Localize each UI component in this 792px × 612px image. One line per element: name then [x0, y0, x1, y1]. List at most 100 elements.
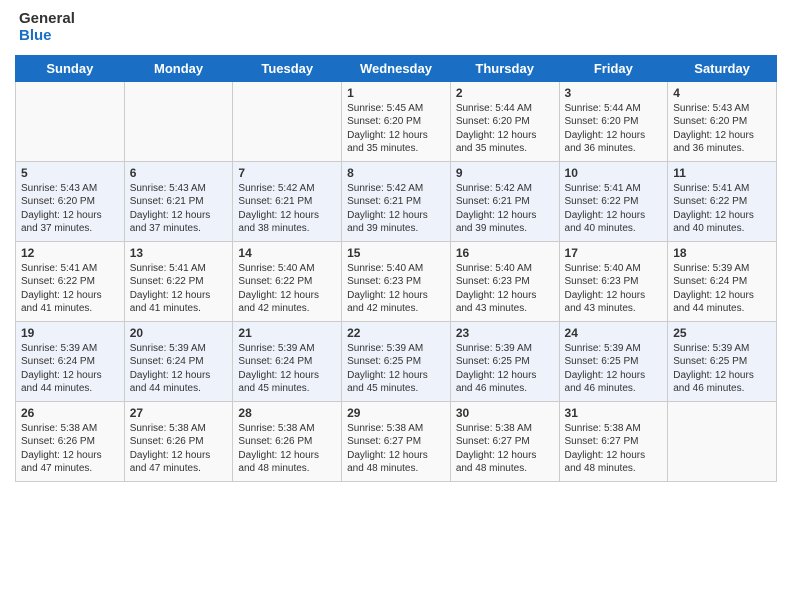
day-info: Sunrise: 5:39 AMSunset: 6:25 PMDaylight:…	[456, 342, 554, 396]
day-cell	[124, 81, 233, 161]
day-number: 15	[347, 246, 445, 260]
day-number: 19	[21, 326, 119, 340]
col-header-saturday: Saturday	[668, 55, 777, 81]
day-number: 18	[673, 246, 771, 260]
day-number: 30	[456, 406, 554, 420]
day-cell: 7Sunrise: 5:42 AMSunset: 6:21 PMDaylight…	[233, 161, 342, 241]
day-cell: 11 Sunrise: 5:41 AMSunset: 6:22 PMDayligh…	[668, 161, 777, 241]
day-cell: 13 Sunrise: 5:41 AMSunset: 6:22 PMDayligh…	[124, 241, 233, 321]
day-info: Sunrise: 5:38 AMSunset: 6:26 PMDaylight:…	[21, 422, 119, 476]
day-number: 25	[673, 326, 771, 340]
logo: GeneralBlue	[15, 10, 75, 45]
day-cell: 4 Sunrise: 5:43 AMSunset: 6:20 PMDaylight…	[668, 81, 777, 161]
day-info: Sunrise: 5:38 AMSunset: 6:27 PMDaylight:…	[565, 422, 663, 476]
day-number: 6	[130, 166, 228, 180]
col-header-monday: Monday	[124, 55, 233, 81]
day-info: Sunrise: 5:39 AMSunset: 6:24 PMDaylight:…	[238, 342, 336, 396]
day-number: 13	[130, 246, 228, 260]
day-cell: 5Sunrise: 5:43 AMSunset: 6:20 PMDaylight…	[16, 161, 125, 241]
day-number: 26	[21, 406, 119, 420]
day-cell: 2 Sunrise: 5:44 AMSunset: 6:20 PMDaylight…	[450, 81, 559, 161]
day-cell: 21 Sunrise: 5:39 AMSunset: 6:24 PMDayligh…	[233, 321, 342, 401]
day-cell: 12Sunrise: 5:41 AMSunset: 6:22 PMDayligh…	[16, 241, 125, 321]
day-info: Sunrise: 5:41 AMSunset: 6:22 PMDaylight:…	[565, 182, 663, 236]
day-cell: 23 Sunrise: 5:39 AMSunset: 6:25 PMDayligh…	[450, 321, 559, 401]
day-number: 14	[238, 246, 336, 260]
day-number: 8	[347, 166, 445, 180]
day-number: 4	[673, 86, 771, 100]
day-cell	[233, 81, 342, 161]
calendar-table: SundayMondayTuesdayWednesdayThursdayFrid…	[15, 55, 777, 482]
day-info: Sunrise: 5:40 AMSunset: 6:23 PMDaylight:…	[456, 262, 554, 316]
header-row: SundayMondayTuesdayWednesdayThursdayFrid…	[16, 55, 777, 81]
col-header-sunday: Sunday	[16, 55, 125, 81]
day-cell: 17 Sunrise: 5:40 AMSunset: 6:23 PMDayligh…	[559, 241, 668, 321]
day-number: 9	[456, 166, 554, 180]
day-info: Sunrise: 5:38 AMSunset: 6:26 PMDaylight:…	[238, 422, 336, 476]
day-info: Sunrise: 5:42 AMSunset: 6:21 PMDaylight:…	[347, 182, 445, 236]
week-row-5: 26 Sunrise: 5:38 AMSunset: 6:26 PMDayligh…	[16, 401, 777, 481]
day-info: Sunrise: 5:39 AMSunset: 6:25 PMDaylight:…	[673, 342, 771, 396]
day-info: Sunrise: 5:43 AMSunset: 6:20 PMDaylight:…	[21, 182, 119, 236]
day-cell	[16, 81, 125, 161]
day-info: Sunrise: 5:43 AMSunset: 6:20 PMDaylight:…	[673, 102, 771, 156]
logo-general: General	[19, 10, 75, 27]
day-cell: 3 Sunrise: 5:44 AMSunset: 6:20 PMDaylight…	[559, 81, 668, 161]
day-info: Sunrise: 5:40 AMSunset: 6:22 PMDaylight:…	[238, 262, 336, 316]
day-number: 1	[347, 86, 445, 100]
col-header-friday: Friday	[559, 55, 668, 81]
day-info: Sunrise: 5:39 AMSunset: 6:24 PMDaylight:…	[21, 342, 119, 396]
day-cell: 10 Sunrise: 5:41 AMSunset: 6:22 PMDayligh…	[559, 161, 668, 241]
day-info: Sunrise: 5:41 AMSunset: 6:22 PMDaylight:…	[130, 262, 228, 316]
day-number: 23	[456, 326, 554, 340]
col-header-thursday: Thursday	[450, 55, 559, 81]
day-cell: 18 Sunrise: 5:39 AMSunset: 6:24 PMDayligh…	[668, 241, 777, 321]
day-cell: 25 Sunrise: 5:39 AMSunset: 6:25 PMDayligh…	[668, 321, 777, 401]
day-cell: 30 Sunrise: 5:38 AMSunset: 6:27 PMDayligh…	[450, 401, 559, 481]
header: GeneralBlue	[15, 10, 777, 45]
day-info: Sunrise: 5:38 AMSunset: 6:27 PMDaylight:…	[347, 422, 445, 476]
day-cell: 19 Sunrise: 5:39 AMSunset: 6:24 PMDayligh…	[16, 321, 125, 401]
day-info: Sunrise: 5:40 AMSunset: 6:23 PMDaylight:…	[565, 262, 663, 316]
day-info: Sunrise: 5:44 AMSunset: 6:20 PMDaylight:…	[456, 102, 554, 156]
col-header-wednesday: Wednesday	[342, 55, 451, 81]
day-cell: 22Sunrise: 5:39 AMSunset: 6:25 PMDayligh…	[342, 321, 451, 401]
day-cell: 28 Sunrise: 5:38 AMSunset: 6:26 PMDayligh…	[233, 401, 342, 481]
day-info: Sunrise: 5:43 AMSunset: 6:21 PMDaylight:…	[130, 182, 228, 236]
week-row-1: 1 Sunrise: 5:45 AMSunset: 6:20 PMDaylight…	[16, 81, 777, 161]
day-number: 10	[565, 166, 663, 180]
day-cell: 16 Sunrise: 5:40 AMSunset: 6:23 PMDayligh…	[450, 241, 559, 321]
day-number: 3	[565, 86, 663, 100]
day-cell: 29 Sunrise: 5:38 AMSunset: 6:27 PMDayligh…	[342, 401, 451, 481]
logo-blue: Blue	[19, 27, 75, 44]
day-info: Sunrise: 5:39 AMSunset: 6:25 PMDaylight:…	[565, 342, 663, 396]
day-info: Sunrise: 5:38 AMSunset: 6:27 PMDaylight:…	[456, 422, 554, 476]
day-cell: 14 Sunrise: 5:40 AMSunset: 6:22 PMDayligh…	[233, 241, 342, 321]
day-cell: 9 Sunrise: 5:42 AMSunset: 6:21 PMDaylight…	[450, 161, 559, 241]
day-number: 22	[347, 326, 445, 340]
week-row-3: 12Sunrise: 5:41 AMSunset: 6:22 PMDayligh…	[16, 241, 777, 321]
day-cell: 27Sunrise: 5:38 AMSunset: 6:26 PMDayligh…	[124, 401, 233, 481]
day-number: 28	[238, 406, 336, 420]
day-number: 17	[565, 246, 663, 260]
day-cell: 8 Sunrise: 5:42 AMSunset: 6:21 PMDaylight…	[342, 161, 451, 241]
day-number: 16	[456, 246, 554, 260]
day-cell: 20Sunrise: 5:39 AMSunset: 6:24 PMDayligh…	[124, 321, 233, 401]
day-cell: 31Sunrise: 5:38 AMSunset: 6:27 PMDayligh…	[559, 401, 668, 481]
day-cell: 1 Sunrise: 5:45 AMSunset: 6:20 PMDaylight…	[342, 81, 451, 161]
day-cell: 15 Sunrise: 5:40 AMSunset: 6:23 PMDayligh…	[342, 241, 451, 321]
day-number: 11	[673, 166, 771, 180]
day-info: Sunrise: 5:45 AMSunset: 6:20 PMDaylight:…	[347, 102, 445, 156]
day-cell: 24Sunrise: 5:39 AMSunset: 6:25 PMDayligh…	[559, 321, 668, 401]
col-header-tuesday: Tuesday	[233, 55, 342, 81]
day-info: Sunrise: 5:41 AMSunset: 6:22 PMDaylight:…	[673, 182, 771, 236]
day-info: Sunrise: 5:38 AMSunset: 6:26 PMDaylight:…	[130, 422, 228, 476]
day-info: Sunrise: 5:42 AMSunset: 6:21 PMDaylight:…	[456, 182, 554, 236]
day-number: 29	[347, 406, 445, 420]
day-number: 20	[130, 326, 228, 340]
day-info: Sunrise: 5:44 AMSunset: 6:20 PMDaylight:…	[565, 102, 663, 156]
day-info: Sunrise: 5:40 AMSunset: 6:23 PMDaylight:…	[347, 262, 445, 316]
day-number: 2	[456, 86, 554, 100]
day-info: Sunrise: 5:39 AMSunset: 6:24 PMDaylight:…	[673, 262, 771, 316]
day-number: 21	[238, 326, 336, 340]
